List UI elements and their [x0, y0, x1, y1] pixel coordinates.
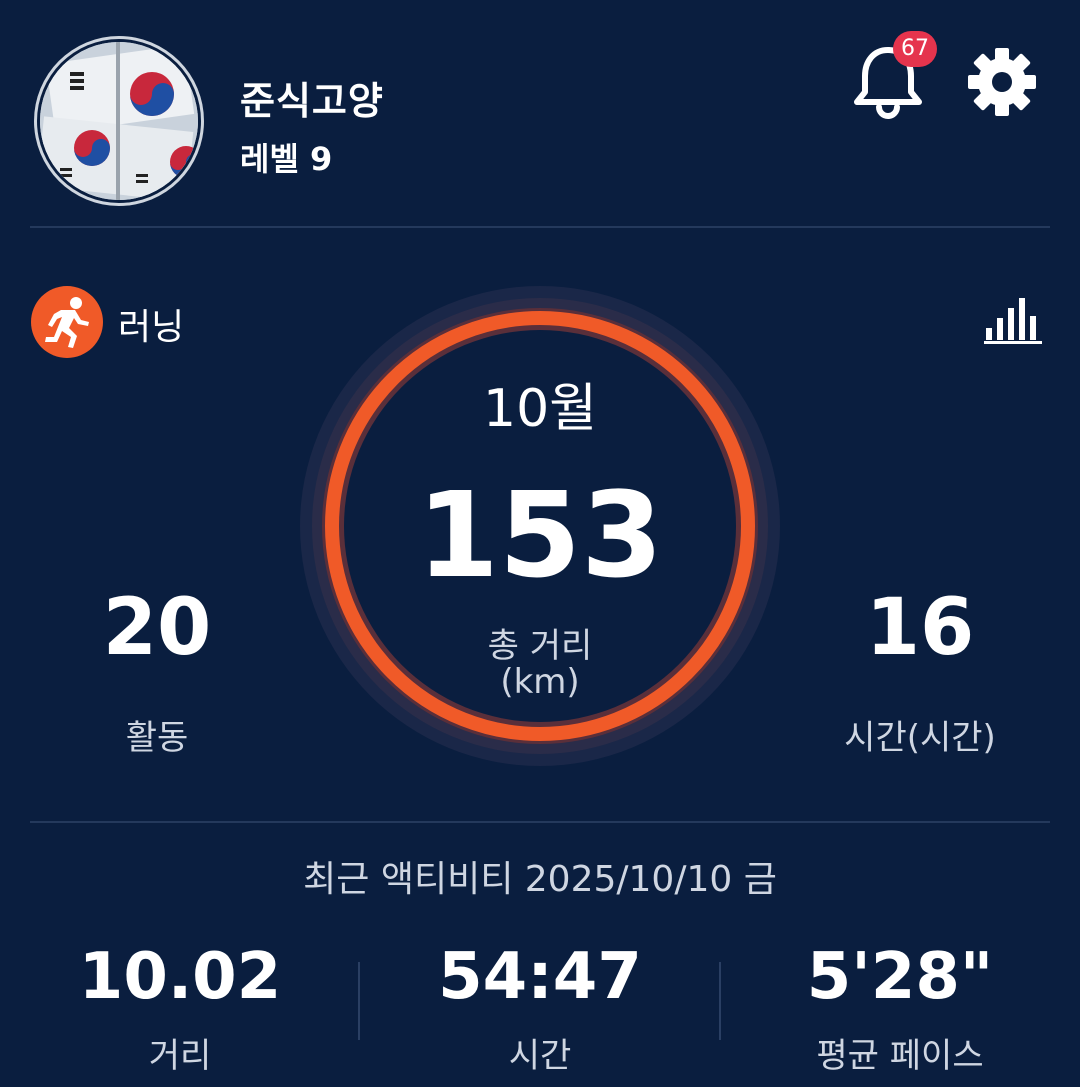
notification-count-badge: 67: [893, 31, 937, 67]
statistics-button[interactable]: [982, 294, 1044, 346]
recent-pace-label: 평균 페이스: [816, 1036, 984, 1076]
avatar[interactable]: [40, 42, 198, 200]
stat-separator: [719, 962, 721, 1040]
username: 준식고양: [240, 79, 384, 123]
recent-distance-value: 10.02: [78, 940, 282, 1014]
sport-type-label[interactable]: 러닝: [118, 298, 184, 350]
runner-figure: [45, 297, 89, 348]
settings-button[interactable]: [966, 46, 1038, 118]
header-divider: [30, 226, 1050, 228]
hours-value: 16: [865, 583, 975, 673]
stat-separator: [358, 962, 360, 1040]
total-distance-label: 총 거리: [487, 626, 593, 666]
recent-distance-label: 거리: [148, 1036, 212, 1076]
month-label: 10월: [482, 379, 597, 439]
section-divider: [30, 821, 1050, 823]
gear-icon: [968, 48, 1036, 116]
recent-time-value: 54:47: [438, 940, 642, 1014]
running-summary-screen: 준식고양 레벨 9 67 러닝 10월 153 총 거리 (km) 20 활동 …: [0, 0, 1080, 1087]
total-distance-value: 153: [416, 466, 664, 604]
activities-count-value: 20: [102, 583, 212, 673]
korean-flag-photo: [40, 42, 198, 200]
total-distance-unit: (km): [500, 662, 580, 702]
bar-chart-icon: [984, 298, 1042, 344]
activities-count-label: 활동: [125, 718, 189, 758]
running-icon[interactable]: [31, 286, 103, 358]
user-level: 레벨 9: [240, 140, 333, 178]
hours-label: 시간(시간): [844, 718, 996, 758]
recent-activity-title[interactable]: 최근 액티비티 2025/10/10 금: [0, 850, 1080, 902]
recent-time-label: 시간: [508, 1036, 572, 1076]
recent-pace-value: 5'28": [806, 940, 994, 1014]
